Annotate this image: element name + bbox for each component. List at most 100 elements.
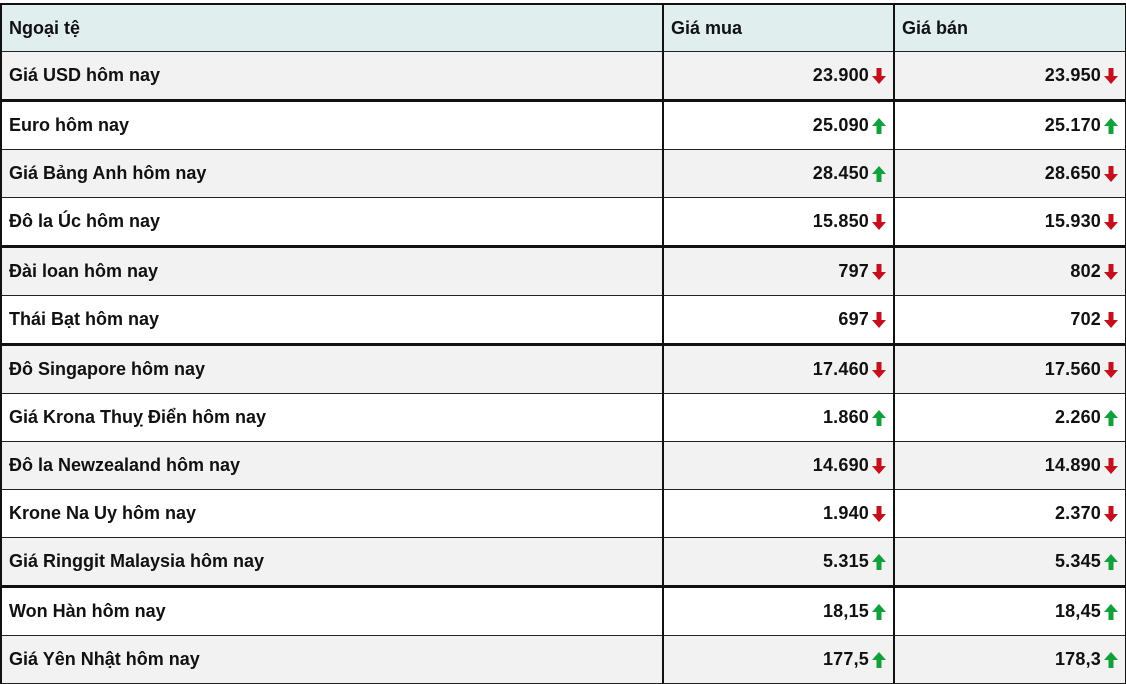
arrow-down-icon xyxy=(1103,165,1119,183)
currency-name: Giá Ringgit Malaysia hôm nay xyxy=(0,537,664,587)
currency-name: Giá USD hôm nay xyxy=(0,51,664,101)
exchange-rate-table: Ngoại tệ Giá mua Giá bán Giá USD hôm nay… xyxy=(0,3,1126,684)
arrow-down-icon xyxy=(871,311,887,329)
sell-price-cell: 17.560 xyxy=(893,343,1126,394)
buy-price-cell: 797 xyxy=(662,245,895,296)
sell-price-cell: 15.930 xyxy=(893,197,1126,247)
currency-name: Đô Singapore hôm nay xyxy=(0,343,664,394)
currency-name: Euro hôm nay xyxy=(0,99,664,150)
sell-price: 802 xyxy=(1070,261,1101,282)
buy-price-cell: 28.450 xyxy=(662,149,895,198)
sell-price-cell: 14.890 xyxy=(893,441,1126,490)
table-row: Krone Na Uy hôm nay 1.940 2.370 xyxy=(0,489,1126,538)
sell-price-cell: 2.370 xyxy=(893,489,1126,538)
buy-price: 797 xyxy=(838,261,869,282)
table-row: Giá Ringgit Malaysia hôm nay 5.315 5.345 xyxy=(0,537,1126,587)
sell-price: 28.650 xyxy=(1044,163,1101,184)
buy-price-cell: 177,5 xyxy=(662,635,895,684)
buy-price-cell: 1.860 xyxy=(662,393,895,442)
arrow-up-icon xyxy=(871,117,887,135)
table-row: Giá Bảng Anh hôm nay 28.450 28.650 xyxy=(0,149,1126,198)
buy-price: 18,15 xyxy=(822,601,869,622)
header-currency: Ngoại tệ xyxy=(0,3,664,52)
sell-price: 18,45 xyxy=(1054,601,1101,622)
table-row: Thái Bạt hôm nay 697 702 xyxy=(0,295,1126,345)
buy-price-cell: 5.315 xyxy=(662,537,895,587)
sell-price: 2.370 xyxy=(1054,503,1101,524)
currency-name: Đô la Úc hôm nay xyxy=(0,197,664,247)
sell-price-cell: 802 xyxy=(893,245,1126,296)
table-row: Đô la Úc hôm nay 15.850 15.930 xyxy=(0,197,1126,247)
buy-price-cell: 25.090 xyxy=(662,99,895,150)
sell-price-cell: 25.170 xyxy=(893,99,1126,150)
table-row: Won Hàn hôm nay 18,15 18,45 xyxy=(0,585,1126,636)
arrow-down-icon xyxy=(1103,213,1119,231)
arrow-up-icon xyxy=(871,165,887,183)
buy-price: 14.690 xyxy=(812,455,869,476)
buy-price-cell: 14.690 xyxy=(662,441,895,490)
arrow-down-icon xyxy=(1103,361,1119,379)
currency-name: Giá Krona Thuỵ Điển hôm nay xyxy=(0,393,664,442)
sell-price: 5.345 xyxy=(1054,551,1101,572)
buy-price-cell: 1.940 xyxy=(662,489,895,538)
buy-price-cell: 17.460 xyxy=(662,343,895,394)
arrow-down-icon xyxy=(871,505,887,523)
table-row: Giá USD hôm nay 23.900 23.950 xyxy=(0,51,1126,101)
arrow-down-icon xyxy=(871,361,887,379)
buy-price-cell: 15.850 xyxy=(662,197,895,247)
arrow-down-icon xyxy=(871,263,887,281)
buy-price-cell: 697 xyxy=(662,295,895,345)
sell-price-cell: 2.260 xyxy=(893,393,1126,442)
table-row: Đài loan hôm nay 797 802 xyxy=(0,245,1126,296)
table-row: Euro hôm nay 25.090 25.170 xyxy=(0,99,1126,150)
buy-price: 177,5 xyxy=(822,649,869,670)
buy-price: 28.450 xyxy=(812,163,869,184)
arrow-up-icon xyxy=(1103,603,1119,621)
arrow-down-icon xyxy=(1103,263,1119,281)
buy-price: 15.850 xyxy=(812,211,869,232)
arrow-up-icon xyxy=(1103,117,1119,135)
sell-price: 2.260 xyxy=(1054,407,1101,428)
sell-price-cell: 23.950 xyxy=(893,51,1126,101)
table-row: Đô la Newzealand hôm nay 14.690 14.890 xyxy=(0,441,1126,490)
sell-price-cell: 5.345 xyxy=(893,537,1126,587)
currency-name: Giá Yên Nhật hôm nay xyxy=(0,635,664,684)
sell-price: 14.890 xyxy=(1044,455,1101,476)
sell-price: 23.950 xyxy=(1044,65,1101,86)
buy-price: 17.460 xyxy=(812,359,869,380)
sell-price: 15.930 xyxy=(1044,211,1101,232)
buy-price: 1.860 xyxy=(822,407,869,428)
arrow-up-icon xyxy=(871,651,887,669)
buy-price: 697 xyxy=(838,309,869,330)
header-sell-price: Giá bán xyxy=(893,3,1126,52)
arrow-down-icon xyxy=(1103,505,1119,523)
arrow-down-icon xyxy=(871,213,887,231)
arrow-down-icon xyxy=(1103,67,1119,85)
buy-price: 5.315 xyxy=(822,551,869,572)
arrow-down-icon xyxy=(871,457,887,475)
currency-name: Đô la Newzealand hôm nay xyxy=(0,441,664,490)
sell-price-cell: 28.650 xyxy=(893,149,1126,198)
sell-price-cell: 18,45 xyxy=(893,585,1126,636)
arrow-up-icon xyxy=(1103,651,1119,669)
currency-name: Đài loan hôm nay xyxy=(0,245,664,296)
currency-name: Krone Na Uy hôm nay xyxy=(0,489,664,538)
buy-price-cell: 23.900 xyxy=(662,51,895,101)
currency-name: Won Hàn hôm nay xyxy=(0,585,664,636)
buy-price: 25.090 xyxy=(812,115,869,136)
arrow-up-icon xyxy=(871,553,887,571)
header-row: Ngoại tệ Giá mua Giá bán xyxy=(0,3,1126,52)
table-row: Giá Yên Nhật hôm nay 177,5 178,3 xyxy=(0,635,1126,684)
arrow-up-icon xyxy=(871,409,887,427)
arrow-down-icon xyxy=(1103,457,1119,475)
table-row: Giá Krona Thuỵ Điển hôm nay 1.860 2.260 xyxy=(0,393,1126,442)
table-row: Đô Singapore hôm nay 17.460 17.560 xyxy=(0,343,1126,394)
arrow-down-icon xyxy=(871,67,887,85)
header-buy-price: Giá mua xyxy=(662,3,895,52)
sell-price: 17.560 xyxy=(1044,359,1101,380)
buy-price-cell: 18,15 xyxy=(662,585,895,636)
buy-price: 1.940 xyxy=(822,503,869,524)
arrow-up-icon xyxy=(871,603,887,621)
sell-price: 702 xyxy=(1070,309,1101,330)
arrow-down-icon xyxy=(1103,311,1119,329)
